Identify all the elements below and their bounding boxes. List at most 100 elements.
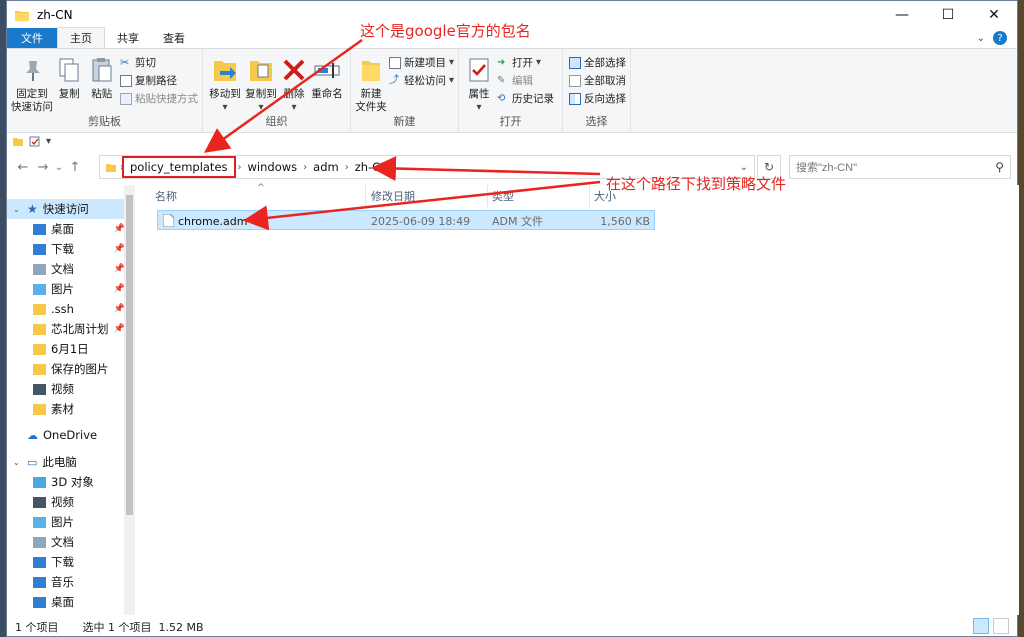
- sidebar-item-quick-access[interactable]: 芯北周计划 📌: [7, 319, 127, 339]
- cut-button[interactable]: ✂ 剪切: [120, 55, 198, 70]
- file-row[interactable]: chrome.adm 2025-06-09 18:49 ADM 文件 1,560…: [157, 210, 655, 230]
- tab-home[interactable]: 主页: [57, 27, 105, 48]
- chevron-down-icon[interactable]: ⌄: [740, 162, 748, 173]
- select-all-button[interactable]: 全部选择: [569, 55, 626, 70]
- customize-toolbar-icon[interactable]: ▾: [46, 136, 51, 147]
- sidebar-item-quick-access[interactable]: 保存的图片: [7, 359, 127, 379]
- history-button[interactable]: ⟲ 历史记录: [497, 91, 554, 106]
- sidebar-item-quick-access[interactable]: 素材: [7, 399, 127, 419]
- folder-icon: [33, 303, 46, 315]
- breadcrumb-adm[interactable]: adm: [309, 160, 343, 174]
- column-type-label: 类型: [492, 190, 514, 203]
- sidebar-item-quick-access[interactable]: 下载 📌: [7, 239, 127, 259]
- breadcrumb-windows[interactable]: windows: [244, 160, 302, 174]
- recent-locations-icon[interactable]: ⌄: [53, 162, 65, 173]
- sidebar-item-this-pc[interactable]: 下载: [7, 552, 127, 572]
- column-header-type[interactable]: 类型: [492, 185, 588, 207]
- sidebar-item-label: 视频: [51, 495, 74, 509]
- folder-icon: [33, 243, 46, 255]
- sidebar-item-this-pc[interactable]: 视频: [7, 492, 127, 512]
- chevron-down-icon[interactable]: ⌄: [13, 458, 23, 467]
- paste-shortcut-label: 粘贴快捷方式: [135, 93, 198, 105]
- rename-icon: [314, 63, 340, 78]
- folder-icon[interactable]: [13, 137, 23, 146]
- tab-share[interactable]: 共享: [105, 28, 151, 48]
- file-type: ADM 文件: [492, 215, 543, 228]
- paste-shortcut-button[interactable]: 粘贴快捷方式: [120, 91, 198, 106]
- file-name: chrome.adm: [178, 214, 248, 228]
- sidebar-item-this-pc[interactable]: 桌面: [7, 592, 127, 612]
- scrollbar-thumb[interactable]: [126, 195, 133, 515]
- chevron-down-icon[interactable]: ⌄: [13, 205, 23, 214]
- column-divider[interactable]: [487, 185, 488, 207]
- sidebar-item-this-pc[interactable]: 3D 对象: [7, 472, 127, 492]
- select-all-icon: [569, 56, 581, 69]
- pin-label-line1: 固定到: [16, 88, 48, 100]
- navigation-scrollbar[interactable]: [124, 185, 135, 615]
- sidebar-item-this-pc[interactable]: 文档: [7, 532, 127, 552]
- sidebar-item-this-pc[interactable]: 图片: [7, 512, 127, 532]
- back-arrow-icon[interactable]: ←: [13, 160, 33, 175]
- easy-access-label: 轻松访问: [403, 75, 446, 87]
- nav-this-pc-label: 此电脑: [42, 455, 77, 469]
- properties-icon[interactable]: [29, 136, 40, 147]
- edit-icon: ✎: [497, 74, 506, 86]
- nav-onedrive[interactable]: ☁ OneDrive: [7, 425, 127, 445]
- nav-this-pc[interactable]: ⌄ ▭ 此电脑: [7, 452, 127, 472]
- search-icon: ⚲: [995, 160, 1004, 174]
- select-none-button[interactable]: 全部取消: [569, 73, 626, 88]
- history-label: 历史记录: [512, 93, 554, 105]
- forward-arrow-icon[interactable]: →: [33, 160, 53, 175]
- sidebar-item-this-pc[interactable]: 音乐: [7, 572, 127, 592]
- maximize-button[interactable]: ☐: [925, 1, 971, 29]
- new-item-button[interactable]: 新建项目 ▾: [388, 55, 454, 70]
- nav-quick-access[interactable]: ⌄ ★ 快速访问: [7, 199, 127, 219]
- sidebar-item-quick-access[interactable]: 视频: [7, 379, 127, 399]
- sidebar-item-quick-access[interactable]: .ssh 📌: [7, 299, 127, 319]
- file-size: 1,560 KB: [600, 214, 650, 228]
- clipboard-group: 固定到 快速访问 复制 粘贴 ✂ 剪切 复制路径 粘贴快捷方式 剪贴板: [7, 49, 203, 133]
- minimize-button[interactable]: —: [879, 1, 925, 29]
- open-button[interactable]: ➜ 打开 ▾: [497, 55, 554, 70]
- column-divider[interactable]: [589, 185, 590, 207]
- properties-icon: [469, 58, 489, 82]
- easy-access-button[interactable]: ⤴ 轻松访问 ▾: [389, 73, 454, 88]
- help-icon[interactable]: ?: [993, 31, 1007, 45]
- paste-icon: [92, 58, 112, 82]
- tab-file[interactable]: 文件: [7, 28, 57, 48]
- organize-group-label: 组织: [265, 115, 288, 128]
- chevron-right-icon[interactable]: ›: [301, 162, 309, 173]
- chevron-down-icon[interactable]: ⌄: [977, 33, 985, 44]
- folder-icon: [33, 383, 46, 395]
- tab-view[interactable]: 查看: [151, 28, 197, 48]
- up-arrow-icon[interactable]: ↑: [65, 160, 85, 175]
- edit-button[interactable]: ✎ 编辑: [497, 73, 554, 88]
- window-title: zh-CN: [37, 8, 73, 22]
- sidebar-item-label: 6月1日: [51, 342, 89, 356]
- status-selected: 选中 1 个项目 1.52 MB: [82, 620, 204, 634]
- sidebar-item-quick-access[interactable]: 图片 📌: [7, 279, 127, 299]
- select-all-label: 全部选择: [584, 57, 626, 69]
- details-view-button[interactable]: [973, 618, 989, 634]
- sidebar-item-label: 下载: [51, 555, 74, 569]
- new-folder-label-line1: 新建: [360, 88, 382, 100]
- breadcrumb-zh-cn[interactable]: zh-CN: [351, 160, 393, 174]
- sidebar-item-label: 桌面: [51, 222, 74, 236]
- folder-icon: [33, 403, 46, 415]
- invert-selection-button[interactable]: 反向选择: [569, 91, 626, 106]
- chevron-right-icon[interactable]: ›: [236, 162, 244, 173]
- close-button[interactable]: ✕: [971, 1, 1017, 29]
- column-header-modified[interactable]: 修改日期: [371, 185, 487, 207]
- search-input[interactable]: 搜索"zh-CN" ⚲: [789, 155, 1011, 179]
- folder-icon: [106, 163, 116, 172]
- breadcrumb-policy-templates[interactable]: policy_templates: [122, 156, 236, 178]
- sidebar-item-quick-access[interactable]: 桌面 📌: [7, 219, 127, 239]
- copy-path-button[interactable]: 复制路径: [120, 73, 198, 88]
- large-icons-view-button[interactable]: [993, 618, 1009, 634]
- sidebar-item-quick-access[interactable]: 6月1日: [7, 339, 127, 359]
- chevron-right-icon[interactable]: ›: [343, 162, 351, 173]
- sidebar-item-quick-access[interactable]: 文档 📌: [7, 259, 127, 279]
- chevron-right-icon: ›: [120, 161, 124, 173]
- select-group: 全部选择 全部取消 反向选择 选择: [563, 49, 631, 133]
- column-divider[interactable]: [365, 185, 366, 207]
